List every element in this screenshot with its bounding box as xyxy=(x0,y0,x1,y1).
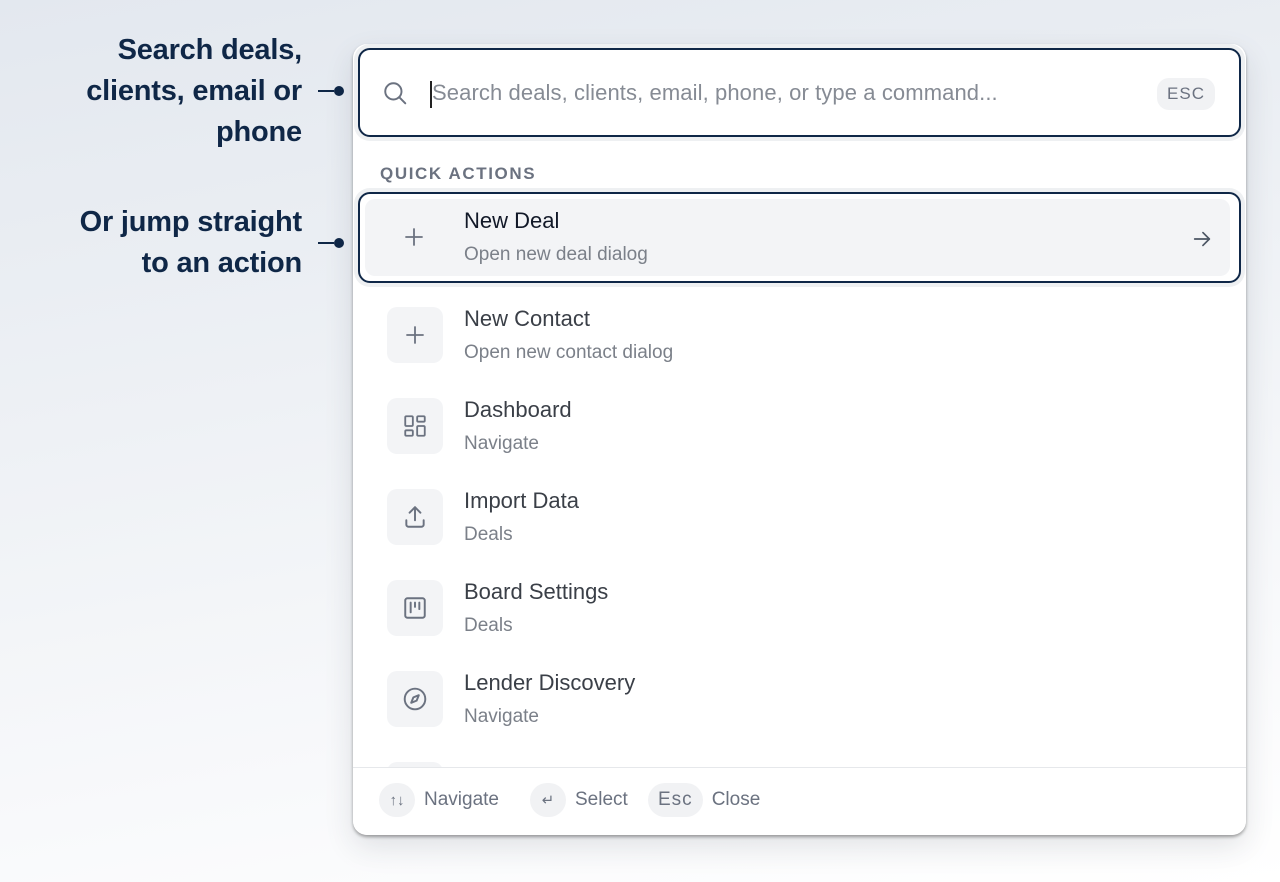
item-icon-box xyxy=(387,398,443,454)
search-box[interactable]: ESC xyxy=(358,48,1241,137)
item-title: New Deal xyxy=(464,208,560,233)
item-title: Lender Discovery xyxy=(464,670,636,695)
navigate-label: Navigate xyxy=(424,789,499,810)
item-title: Dashboard xyxy=(464,397,572,422)
item-subtitle: Deals xyxy=(464,615,513,636)
action-callout-line: to an action xyxy=(141,247,303,279)
action-item-import-data[interactable]: Import Data Deals xyxy=(358,472,1241,563)
action-item-lender-discovery[interactable]: Lender Discovery Navigate xyxy=(358,654,1241,745)
esc-badge[interactable]: ESC xyxy=(1157,78,1215,110)
footer-hint-close: Esc Close xyxy=(648,783,760,817)
search-input[interactable] xyxy=(432,72,1152,114)
action-item-dashboard[interactable]: Dashboard Navigate xyxy=(358,381,1241,472)
palette-footer: ↑↓ Navigate ↵ Select Esc Close xyxy=(353,767,1246,835)
compass-icon xyxy=(403,687,427,711)
footer-hint-select: ↵ Select xyxy=(530,783,628,817)
item-title: Board Settings xyxy=(464,579,609,604)
search-callout-connector xyxy=(318,86,344,96)
search-callout-line: clients, email or xyxy=(86,75,302,107)
action-item-board-settings[interactable]: Board Settings Deals xyxy=(358,563,1241,654)
connector-dot xyxy=(334,86,344,96)
action-item-new-deal[interactable]: New Deal Open new deal dialog xyxy=(358,192,1241,283)
command-palette: ESC QUICK ACTIONS New Deal Open new deal… xyxy=(353,44,1246,835)
plus-icon xyxy=(405,228,423,246)
dashboard-grid-icon xyxy=(404,415,426,437)
item-icon-box xyxy=(387,580,443,636)
close-key: Esc xyxy=(648,783,703,817)
footer-hint-navigate: ↑↓ Navigate xyxy=(379,783,499,817)
connector-dot xyxy=(334,238,344,248)
arrow-right-icon xyxy=(1193,231,1211,247)
item-subtitle: Deals xyxy=(464,524,513,545)
section-label-quick-actions: QUICK ACTIONS xyxy=(380,164,537,183)
kanban-board-icon xyxy=(404,597,426,619)
item-icon-box xyxy=(386,209,442,265)
connector-line xyxy=(318,90,334,92)
search-callout: Search deals, clients, email or phone xyxy=(86,30,302,153)
item-subtitle: Navigate xyxy=(464,433,539,454)
item-title: Import Data xyxy=(464,488,579,513)
action-callout-line: Or jump straight xyxy=(79,206,303,238)
upload-icon xyxy=(405,506,425,528)
action-callout: Or jump straight to an action xyxy=(79,202,303,284)
action-callout-connector xyxy=(318,238,344,248)
navigate-key: ↑↓ xyxy=(379,783,415,817)
item-icon-box xyxy=(387,489,443,545)
item-title: New Contact xyxy=(464,306,590,331)
close-label: Close xyxy=(711,789,761,810)
search-callout-line: phone xyxy=(216,116,302,148)
action-item-new-contact[interactable]: New Contact Open new contact dialog xyxy=(358,290,1241,381)
item-subtitle: Navigate xyxy=(464,706,539,727)
plus-icon xyxy=(406,326,424,344)
item-subtitle: Open new deal dialog xyxy=(464,244,648,265)
item-icon-box xyxy=(387,671,443,727)
select-key: ↵ xyxy=(530,783,566,817)
search-callout-line: Search deals, xyxy=(117,34,303,66)
select-label: Select xyxy=(575,789,628,810)
item-icon-box xyxy=(387,307,443,363)
search-icon xyxy=(384,82,407,105)
connector-line xyxy=(318,242,334,244)
item-subtitle: Open new contact dialog xyxy=(464,342,674,363)
